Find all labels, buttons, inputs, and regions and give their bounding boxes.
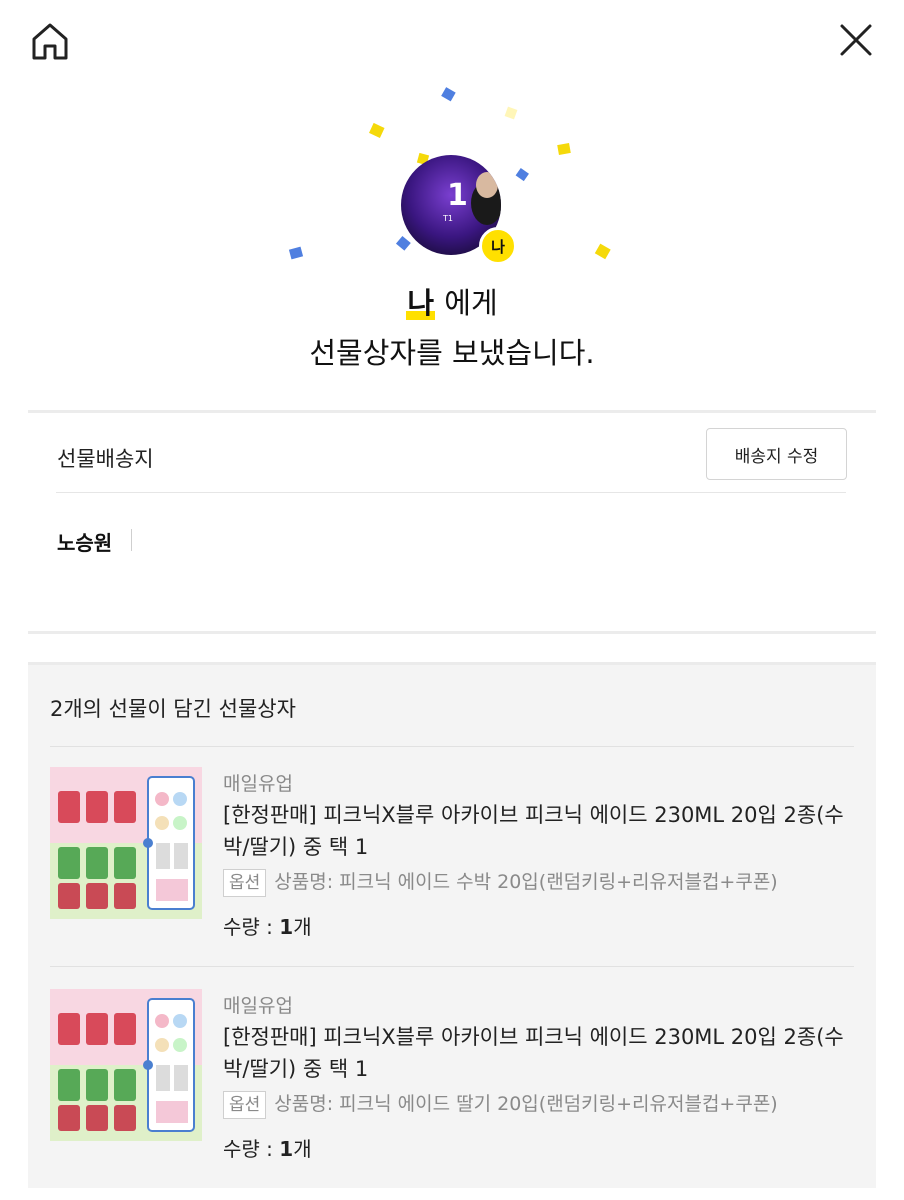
quantity-unit: 개 [293,915,312,939]
product-thumbnail [50,989,202,1141]
section-divider [28,631,876,634]
shipping-title: 선물배송지 [57,447,154,471]
product-name[interactable]: [한정판매] 피크닉X블루 아카이브 피크닉 에이드 230ML 20입 2종(… [223,1021,863,1085]
item-divider [50,966,854,967]
product-quantity: 수량 : 1개 [223,911,312,940]
gift-box-title: 2개의 선물이 담긴 선물상자 [50,697,296,721]
product-name[interactable]: [한정판매] 피크닉X블루 아카이브 피크닉 에이드 230ML 20입 2종(… [223,799,863,863]
product-quantity: 수량 : 1개 [223,1133,312,1162]
quantity-unit: 개 [293,1137,312,1161]
gift-item[interactable]: 매일유업 [한정판매] 피크닉X블루 아카이브 피크닉 에이드 230ML 20… [50,969,854,1189]
product-option: 옵션 상품명: 피크닉 에이드 딸기 20입(랜덤키링+리유저블컵+쿠폰) [223,1089,778,1119]
quantity-label: 수량 : [223,915,280,939]
quantity-label: 수량 : [223,1137,280,1161]
quantity-value: 1 [279,915,294,939]
sent-message: 선물상자를 보냈습니다. [309,336,595,370]
top-bar [0,0,904,80]
quantity-value: 1 [279,1137,294,1161]
recipient-suffix: 에게 [435,286,498,320]
product-brand: 매일유업 [223,773,293,795]
home-icon[interactable] [28,20,72,64]
product-thumbnail [50,767,202,919]
gift-box-section: 2개의 선물이 담긴 선물상자 매일유업 [한정판매] 피크닉X블루 아카이브 … [28,662,876,1188]
name-separator [131,529,132,551]
me-badge: 나 [479,227,517,265]
svg-text:1: 1 [447,178,468,213]
option-tag: 옵션 [223,869,267,897]
option-tag: 옵션 [223,1091,267,1119]
product-brand: 매일유업 [223,995,293,1017]
shipping-divider [56,492,846,493]
svg-text:T1: T1 [442,214,453,223]
recipient-line: 나 에게 [0,278,904,328]
shipping-section: 선물배송지 배송지 수정 노승원 [28,413,876,631]
gift-sent-hero: 1 T1 나 나 에게 선물상자를 보냈습니다. [0,80,904,400]
recipient-full-name: 노승원 [57,531,113,555]
recipient-avatar: 1 T1 나 [401,155,517,265]
option-text: 상품명: 피크닉 에이드 수박 20입(랜덤키링+리유저블컵+쿠폰) [274,871,778,893]
recipient-name: 나 [406,286,436,320]
close-icon[interactable] [834,18,878,62]
product-option: 옵션 상품명: 피크닉 에이드 수박 20입(랜덤키링+리유저블컵+쿠폰) [223,867,778,897]
edit-address-button[interactable]: 배송지 수정 [706,428,847,480]
gift-sent-message: 나 에게 선물상자를 보냈습니다. [0,278,904,378]
gift-item[interactable]: 매일유업 [한정판매] 피크닉X블루 아카이브 피크닉 에이드 230ML 20… [50,747,854,967]
option-text: 상품명: 피크닉 에이드 딸기 20입(랜덤키링+리유저블컵+쿠폰) [274,1093,778,1115]
